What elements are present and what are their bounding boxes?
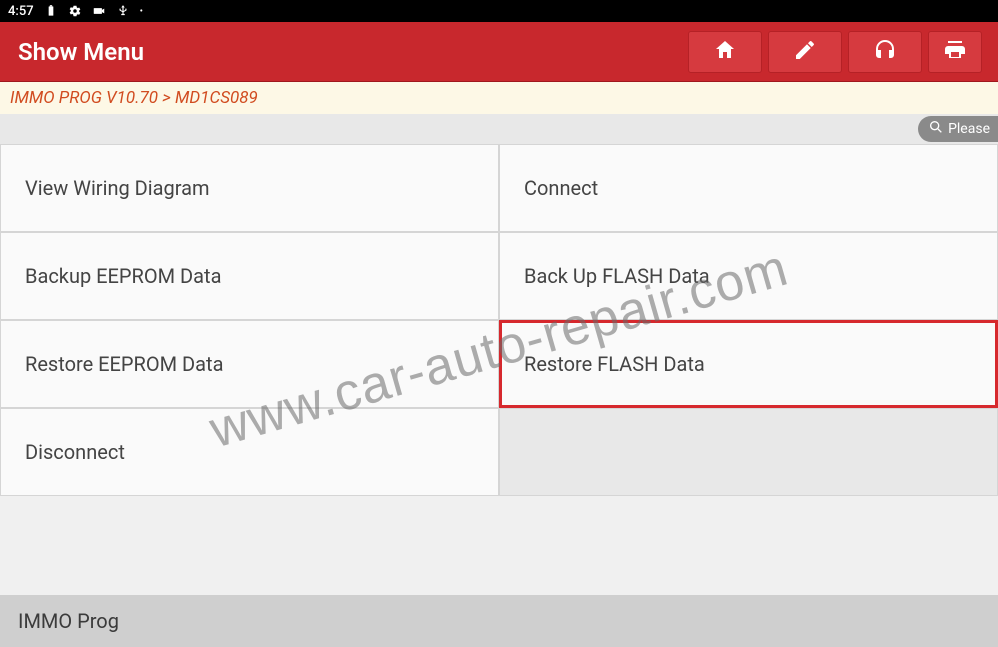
menu-item-view-wiring-diagram[interactable]: View Wiring Diagram [0,144,499,232]
menu-item-backup-flash[interactable]: Back Up FLASH Data [499,232,998,320]
menu-item-backup-eeprom[interactable]: Backup EEPROM Data [0,232,499,320]
edit-icon [793,38,817,66]
android-status-bar: 4:57 • [0,0,998,22]
menu-item-label: Backup EEPROM Data [25,264,221,288]
search-icon [928,119,944,139]
menu-item-connect[interactable]: Connect [499,144,998,232]
toolbar [688,31,982,73]
usb-icon [116,4,130,18]
status-time: 4:57 [8,4,34,19]
menu-item-restore-eeprom[interactable]: Restore EEPROM Data [0,320,499,408]
app-titlebar: Show Menu [0,22,998,82]
menu-item-label: Back Up FLASH Data [524,264,710,288]
printer-icon [943,38,967,66]
menu-item-disconnect[interactable]: Disconnect [0,408,499,496]
dot-icon: • [140,6,143,17]
edit-button[interactable] [768,31,842,73]
breadcrumb: IMMO PROG V10.70 > MD1CS089 [0,82,998,114]
page-title: Show Menu [18,38,688,66]
menu-item-label: Restore FLASH Data [524,352,705,376]
menu-item-restore-flash[interactable]: Restore FLASH Data [499,320,998,408]
footer-label: IMMO Prog [18,609,119,633]
menu-item-label: Restore EEPROM Data [25,352,223,376]
home-button[interactable] [688,31,762,73]
menu-item-label: Connect [524,176,598,200]
menu-item-empty [499,408,998,496]
home-icon [713,38,737,66]
headset-icon [873,38,897,66]
search-input[interactable]: Please [918,116,998,142]
breadcrumb-text: IMMO PROG V10.70 > MD1CS089 [10,88,258,108]
footer-bar: IMMO Prog [0,595,998,647]
gear-icon [68,4,82,18]
status-icons: • [44,4,143,18]
print-button[interactable] [928,31,982,73]
search-row: Please [0,114,998,144]
menu-grid: View Wiring Diagram Connect Backup EEPRO… [0,144,998,496]
support-button[interactable] [848,31,922,73]
camera-icon [92,4,106,18]
menu-item-label: View Wiring Diagram [25,176,210,200]
search-placeholder: Please [948,121,990,137]
menu-item-label: Disconnect [25,440,125,464]
battery-icon [44,4,58,18]
